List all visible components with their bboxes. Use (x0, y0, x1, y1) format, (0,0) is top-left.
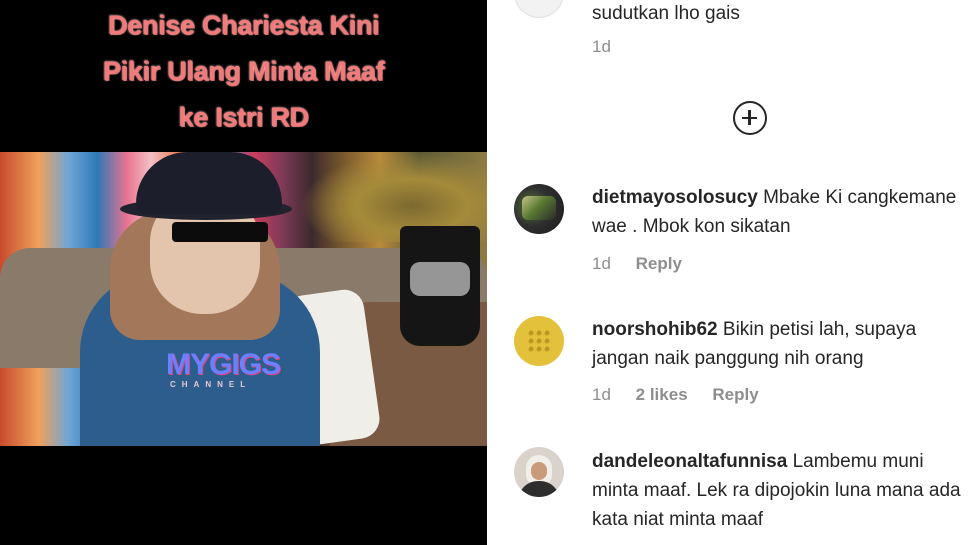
comment-username[interactable]: noorshohib62 (592, 319, 718, 340)
comment-time: 1d (592, 254, 611, 273)
commenter-avatar[interactable] (514, 184, 564, 234)
comment-text-partial: sudutkan lho gais (592, 3, 740, 24)
video-frame: MYGIGS CHANNEL (0, 152, 487, 446)
comment-username[interactable]: dandeleonaltafunnisa (592, 451, 787, 472)
commenter-avatar[interactable] (514, 447, 564, 497)
avatar-shoulders (518, 481, 560, 497)
comment: noorshohib62 Bikin petisi lah, supaya ja… (592, 315, 970, 373)
reply-button[interactable]: Reply (636, 254, 682, 273)
reply-button[interactable]: Reply (712, 385, 758, 404)
video-caption: Denise Chariesta Kini Pikir Ulang Minta … (0, 0, 487, 140)
food-photo-icon (522, 196, 556, 220)
comment: dandeleonaltafunnisa Lambemu muni minta … (592, 447, 970, 534)
commenter-avatar[interactable] (514, 316, 564, 366)
plus-circle-icon[interactable] (733, 101, 767, 135)
caption-line-1: Denise Chariesta Kini (107, 10, 380, 40)
comment-time: 1d (592, 385, 611, 404)
pattern-icon (527, 329, 551, 353)
channel-watermark: MYGIGS (166, 348, 281, 381)
comments-panel[interactable]: sudutkan lho gais 1d dietmayosolosucy Mb… (487, 0, 970, 545)
caption-line-2: Pikir Ulang Minta Maaf (102, 56, 385, 86)
comment-meta: 1d (592, 37, 631, 57)
comment-meta: 1d 2 likes Reply (592, 385, 779, 405)
comment: dietmayosolosucy Mbake Ki cangkemane wae… (592, 183, 970, 241)
commenter-avatar[interactable] (514, 0, 564, 18)
comment-username[interactable]: dietmayosolosucy (592, 187, 758, 208)
likes-count[interactable]: 2 likes (636, 385, 688, 404)
vase-ribbon (410, 262, 470, 296)
bucket-hat (136, 152, 282, 214)
comment-time: 1d (592, 37, 611, 56)
sunglasses (172, 222, 268, 242)
avatar-face (531, 462, 547, 480)
caption-line-3: ke Istri RD (178, 102, 309, 132)
video-panel[interactable]: Denise Chariesta Kini Pikir Ulang Minta … (0, 0, 487, 545)
channel-watermark-sub: CHANNEL (170, 380, 252, 389)
comment-meta: 1d Reply (592, 254, 702, 274)
